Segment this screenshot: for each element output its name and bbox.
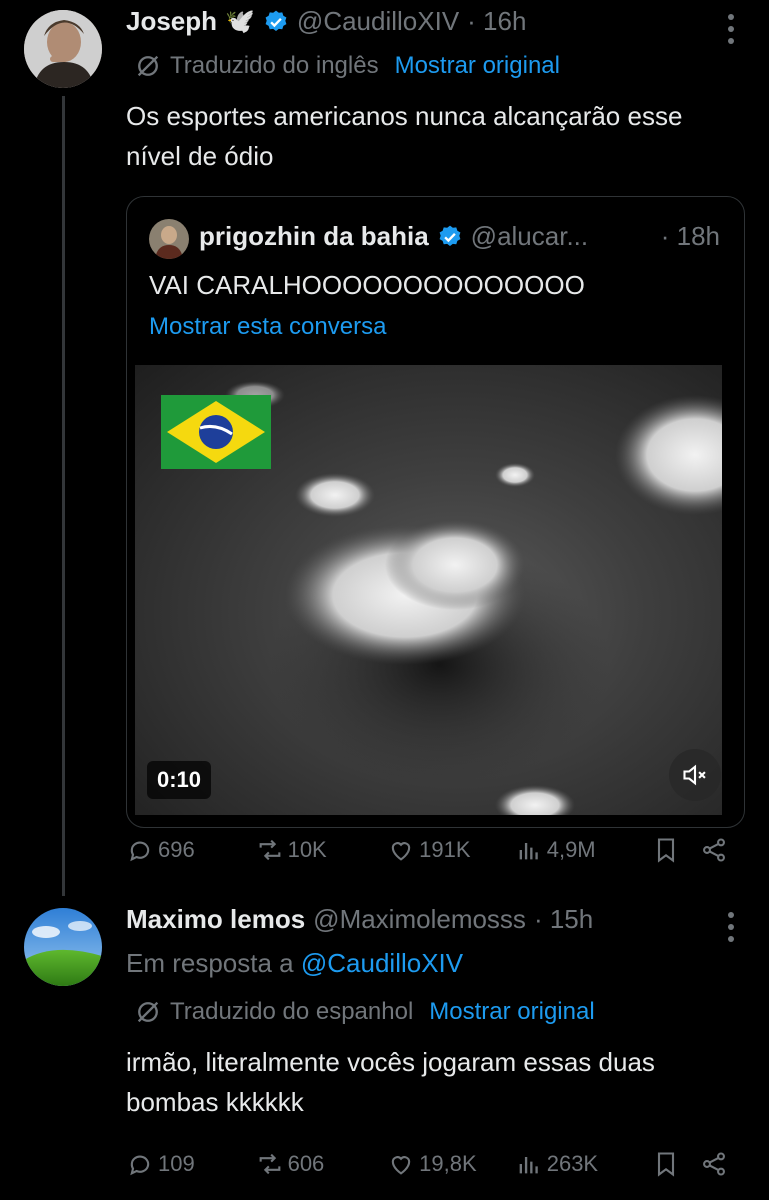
- like-count: 19,8K: [419, 1151, 477, 1176]
- translation-row: Traduzido do espanhol Mostrar original: [134, 998, 595, 1026]
- views-count: 263K: [546, 1151, 599, 1176]
- reply-icon: [130, 841, 150, 862]
- dove-emoji: 🕊️: [225, 8, 255, 35]
- show-original-link[interactable]: Mostrar original: [429, 998, 594, 1026]
- reply-button[interactable]: 696: [126, 836, 256, 864]
- quote-author-name: prigozhin da bahia: [199, 221, 429, 251]
- share-icon: [703, 838, 726, 862]
- author-name[interactable]: Joseph: [126, 6, 217, 37]
- tweet-actions: 109 606 19,8K 263K: [126, 1150, 730, 1178]
- thread-line: [62, 96, 65, 896]
- translated-label: Traduzido do espanhol: [170, 998, 414, 1025]
- tweet-actions: 696 10K 191K 4,9M: [126, 836, 730, 864]
- tweet-header: Joseph 🕊️ @CaudilloXIV · 16h: [126, 6, 526, 37]
- quoted-tweet[interactable]: prigozhin da bahia @alucar... · 18h VAI …: [126, 196, 745, 828]
- like-count: 191K: [419, 837, 471, 862]
- quote-avatar: [149, 219, 189, 259]
- more-icon[interactable]: [727, 912, 735, 948]
- repost-button[interactable]: 10K: [256, 836, 388, 864]
- reply-button[interactable]: 109: [126, 1150, 256, 1178]
- reply-prefix: Em resposta a: [126, 948, 294, 978]
- translate-icon: [137, 55, 159, 77]
- repost-count: 10K: [287, 837, 327, 862]
- timestamp[interactable]: · 15h: [534, 904, 593, 935]
- brazil-flag-icon: [161, 395, 271, 469]
- repost-button[interactable]: 606: [256, 1150, 388, 1178]
- avatar[interactable]: [24, 10, 102, 88]
- video-duration: 0:10: [147, 761, 212, 799]
- verified-badge-icon: [265, 10, 287, 31]
- avatar-bliss-landscape: [24, 908, 102, 986]
- show-original-link[interactable]: Mostrar original: [395, 52, 560, 80]
- translation-row: Traduzido do inglês Mostrar original: [134, 52, 560, 80]
- bookmark-button[interactable]: [652, 1150, 700, 1178]
- bookmark-icon: [658, 1152, 675, 1177]
- like-icon: [391, 842, 411, 861]
- share-button[interactable]: [700, 1150, 730, 1178]
- repost-icon: [259, 1153, 280, 1175]
- reply-count: 696: [158, 837, 195, 862]
- reply-context: Em resposta a @CaudilloXIV: [126, 948, 463, 979]
- views-icon: [519, 1157, 538, 1174]
- views-button[interactable]: 263K: [515, 1150, 653, 1178]
- share-icon: [703, 1152, 726, 1176]
- author-handle[interactable]: @Maximolemosss: [313, 904, 526, 935]
- translate-icon: [137, 1001, 159, 1023]
- author-name[interactable]: Maximo lemos: [126, 904, 305, 935]
- translated-label: Traduzido do inglês: [170, 52, 379, 79]
- avatar-portrait: [24, 10, 102, 88]
- avatar[interactable]: [24, 908, 102, 986]
- reply-count: 109: [158, 1151, 195, 1176]
- quote-author-handle: @alucar...: [470, 221, 589, 251]
- quote-timestamp: · 18h: [660, 221, 720, 251]
- like-icon: [391, 1156, 411, 1175]
- quote-text: VAI CARALHOOOOOOOOOOOOOO: [149, 270, 585, 300]
- reply-to-link[interactable]: @CaudilloXIV: [301, 948, 463, 978]
- video-player[interactable]: 0:10: [135, 365, 722, 815]
- mute-icon: [683, 764, 706, 786]
- repost-count: 606: [287, 1151, 325, 1176]
- author-handle[interactable]: @CaudilloXIV: [297, 6, 459, 37]
- more-icon[interactable]: [727, 14, 735, 50]
- timestamp[interactable]: · 16h: [467, 6, 526, 37]
- like-button[interactable]: 191K: [387, 836, 515, 864]
- views-icon: [519, 843, 538, 860]
- repost-icon: [259, 839, 280, 861]
- bookmark-button[interactable]: [652, 836, 700, 864]
- tweet-text: Os esportes americanos nunca alcançarão …: [126, 101, 683, 171]
- tweet-header: Maximo lemos @Maximolemosss · 15h: [126, 904, 593, 935]
- quote-header: prigozhin da bahia @alucar...: [199, 221, 588, 252]
- views-button[interactable]: 4,9M: [515, 836, 653, 864]
- share-button[interactable]: [700, 836, 730, 864]
- bookmark-icon: [658, 838, 675, 863]
- tweet-text: irmão, literalmente vocês jogaram essas …: [126, 1047, 655, 1117]
- mute-button[interactable]: [669, 749, 721, 801]
- show-thread-link[interactable]: Mostrar esta conversa: [149, 313, 386, 341]
- reply-icon: [130, 1155, 150, 1176]
- verified-badge-icon: [439, 225, 461, 246]
- views-count: 4,9M: [546, 837, 596, 862]
- like-button[interactable]: 19,8K: [387, 1150, 515, 1178]
